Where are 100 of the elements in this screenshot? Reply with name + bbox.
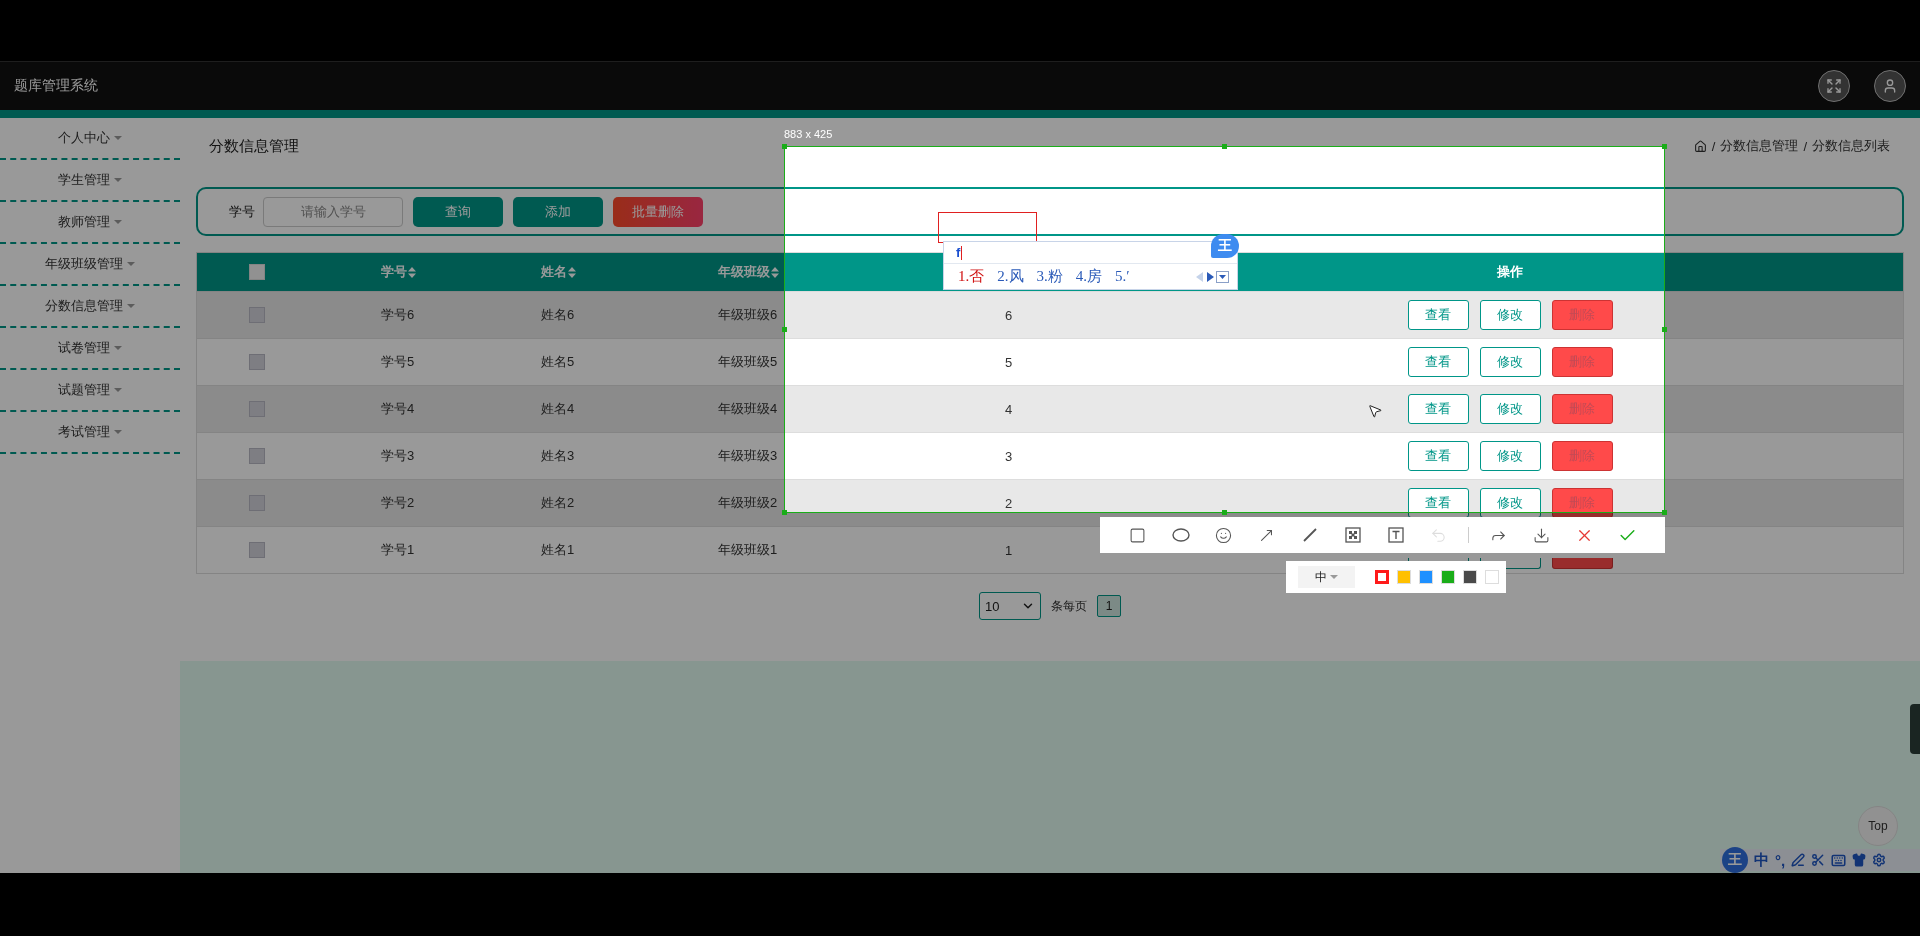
user-icon[interactable]: [1874, 70, 1906, 102]
table-cell: 姓名2: [541, 494, 575, 512]
delete-button[interactable]: [1551, 558, 1613, 569]
sort-icon[interactable]: [771, 266, 779, 278]
edit-button[interactable]: 修改: [1479, 488, 1541, 518]
ime-candidate[interactable]: 3.粉: [1036, 267, 1063, 286]
breadcrumb-item[interactable]: 分数信息列表: [1812, 137, 1890, 155]
row-checkbox[interactable]: [249, 448, 265, 464]
batch-delete-button[interactable]: 批量删除: [613, 196, 703, 227]
table-cell: 年级班级5: [718, 353, 778, 371]
sort-icon[interactable]: [568, 266, 576, 278]
next-icon[interactable]: [1206, 271, 1214, 282]
view-button[interactable]: 查看: [1407, 488, 1469, 518]
table-cell: 6: [1005, 307, 1013, 323]
table-cell: 5: [1005, 354, 1013, 370]
table-cell: 3: [1005, 448, 1013, 464]
shirt-icon[interactable]: [1852, 853, 1867, 867]
table-cell: 年级班级4: [718, 400, 778, 418]
view-button[interactable]: 查看: [1407, 347, 1469, 377]
table-cell: 姓名1: [541, 541, 575, 559]
app-title: 题库管理系统: [14, 77, 98, 95]
table-cell: 4: [1005, 401, 1013, 417]
ime-candidate[interactable]: 5.′: [1115, 268, 1130, 285]
rectangle-tool-icon[interactable]: [1129, 526, 1146, 544]
resize-handle[interactable]: [1662, 327, 1667, 332]
ime-candidate[interactable]: 1.否: [958, 267, 985, 286]
table-cell: 姓名6: [541, 306, 575, 324]
edit-button[interactable]: 修改: [1479, 347, 1541, 377]
row-checkbox[interactable]: [249, 401, 265, 417]
pen-icon[interactable]: [1791, 853, 1806, 867]
row-checkbox[interactable]: [249, 542, 265, 558]
breadcrumb-separator: /: [1803, 138, 1807, 154]
view-button[interactable]: 查看: [1407, 441, 1469, 471]
home-icon[interactable]: [1693, 139, 1707, 153]
table-cell: 年级班级6: [718, 306, 778, 324]
table-cell: 学号3: [381, 447, 415, 465]
text-tool-icon[interactable]: [1387, 527, 1404, 543]
edit-button[interactable]: 修改: [1479, 300, 1541, 330]
column-header: 操作: [1497, 263, 1523, 281]
table-cell: 姓名5: [541, 353, 575, 371]
table-cell: 学号2: [381, 494, 415, 512]
table-cell: 学号4: [381, 400, 415, 418]
edit-button[interactable]: 修改: [1479, 394, 1541, 424]
row-checkbox[interactable]: [249, 495, 265, 511]
student-id-field[interactable]: 请输入学号: [263, 196, 403, 227]
ime-logo[interactable]: 王: [1722, 847, 1748, 873]
action-button[interactable]: 添加: [513, 196, 603, 227]
resize-handle[interactable]: [782, 510, 787, 515]
view-button[interactable]: 查看: [1407, 300, 1469, 330]
ime-logo[interactable]: 王: [1211, 234, 1239, 258]
table-cell: 姓名4: [541, 400, 575, 418]
selection-size: 883 x 425: [784, 128, 833, 140]
select-all-checkbox[interactable]: [249, 264, 265, 280]
resize-handle[interactable]: [1222, 144, 1227, 149]
resize-handle[interactable]: [1662, 144, 1667, 149]
scissors-icon[interactable]: [1811, 853, 1826, 867]
input-mode[interactable]: 中: [1754, 850, 1769, 870]
table-cell: 年级班级2: [718, 494, 778, 512]
keyboard-icon[interactable]: [1831, 852, 1847, 868]
page-size-select[interactable]: 10: [979, 592, 1041, 620]
column-header[interactable]: 姓名: [541, 263, 567, 281]
breadcrumb-item[interactable]: 分数信息管理: [1720, 137, 1799, 155]
resize-handle[interactable]: [782, 327, 787, 332]
column-header[interactable]: 学号: [381, 263, 407, 281]
action-button[interactable]: 查询: [413, 196, 503, 227]
expand-icon[interactable]: [1216, 270, 1229, 283]
page-button[interactable]: 1: [1097, 595, 1121, 617]
column-header[interactable]: 年级班级: [718, 263, 770, 281]
table-cell: 姓名3: [541, 447, 575, 465]
row-checkbox[interactable]: [249, 307, 265, 323]
table-cell: 学号5: [381, 353, 415, 371]
pen-size-dropdown[interactable]: 中: [1298, 566, 1355, 588]
settings-icon[interactable]: [1872, 853, 1887, 867]
color-swatch[interactable]: [1375, 570, 1389, 584]
sort-icon[interactable]: [408, 266, 416, 278]
ime-candidate[interactable]: 2.风: [997, 267, 1024, 286]
smiley-icon[interactable]: [1215, 526, 1232, 544]
mosaic-tool-icon[interactable]: [1344, 527, 1361, 543]
resize-handle[interactable]: [1662, 510, 1667, 515]
side-handle[interactable]: [1910, 704, 1920, 754]
ime-candidate[interactable]: 4.房: [1075, 267, 1102, 286]
view-button[interactable]: 查看: [1407, 394, 1469, 424]
page-title: 分数信息管理: [209, 136, 299, 156]
table-cell: 2: [1005, 495, 1013, 511]
row-checkbox[interactable]: [249, 354, 265, 370]
punctuation-mode[interactable]: °,: [1775, 851, 1786, 869]
download-icon[interactable]: [1533, 526, 1550, 544]
fullscreen-icon[interactable]: [1818, 70, 1850, 102]
breadcrumb-separator: /: [1711, 138, 1716, 154]
ellipse-tool-icon[interactable]: [1171, 528, 1190, 542]
resize-handle[interactable]: [782, 144, 787, 149]
line-tool-icon[interactable]: [1301, 527, 1318, 543]
table-cell: 年级班级3: [718, 447, 778, 465]
table-cell: 学号6: [381, 306, 415, 324]
resize-handle[interactable]: [1222, 510, 1227, 515]
table-cell: 学号1: [381, 541, 415, 559]
edit-button[interactable]: 修改: [1479, 441, 1541, 471]
page-size-label: 条每页: [1051, 597, 1087, 615]
field-label: 学号: [229, 202, 255, 221]
mouse-cursor-icon: [1367, 403, 1383, 419]
